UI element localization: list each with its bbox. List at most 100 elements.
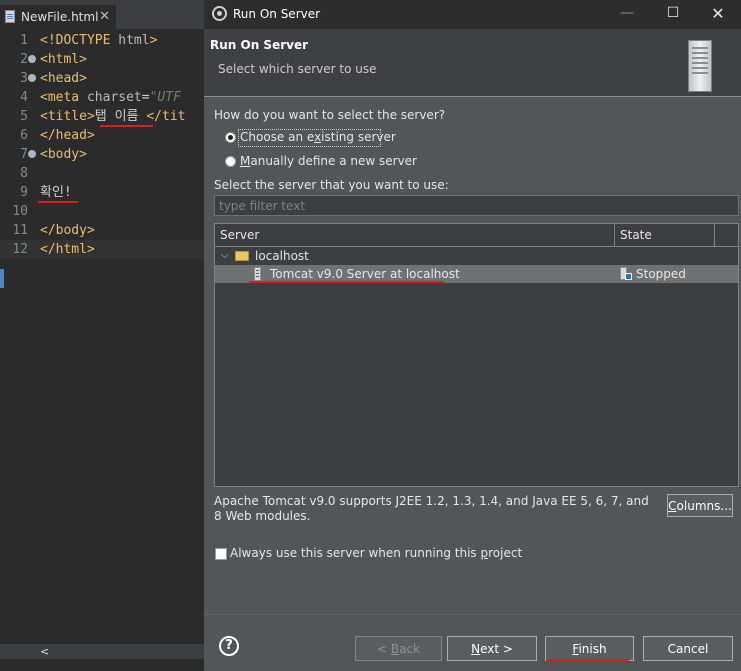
code-token: body: [55, 223, 87, 238]
code-token: <: [40, 71, 48, 86]
code-line[interactable]: 4 <meta charset="UTF: [0, 88, 204, 107]
code-token: <: [40, 147, 48, 162]
code-token: </: [40, 242, 56, 257]
minimize-button[interactable]: —: [604, 0, 650, 29]
code-token: >: [86, 242, 95, 257]
line-number: 10: [12, 204, 28, 219]
radio-manual-label[interactable]: Manually define a new server: [240, 154, 417, 168]
code-token: >: [86, 128, 95, 143]
code-token: >: [149, 33, 158, 48]
editor-tab-newfile[interactable]: NewFile.html ✕: [0, 5, 116, 29]
line-number: 7: [20, 147, 28, 162]
radio-manual-button[interactable]: [225, 156, 236, 167]
back-button[interactable]: < Back: [355, 636, 442, 661]
eclipse-app-icon: [212, 6, 227, 21]
run-on-server-dialog: Run On Server — ☐ ✕ Run On Server Select…: [204, 0, 741, 671]
code-token: title: [47, 109, 87, 124]
code-line[interactable]: 2 <html>: [0, 50, 204, 69]
code-text: <head>: [40, 69, 87, 88]
fold-toggle-icon[interactable]: [28, 150, 36, 158]
line-number: 11: [12, 223, 28, 238]
radio-existing-label[interactable]: Choose an existing server: [240, 130, 396, 144]
code-token: <: [40, 109, 48, 124]
wizard-header: Run On Server Select which server to use: [204, 29, 741, 97]
close-tab-icon[interactable]: ✕: [99, 5, 110, 29]
folder-icon: [235, 251, 249, 261]
code-line[interactable]: 6 </head>: [0, 126, 204, 145]
code-line[interactable]: 7 <body>: [0, 145, 204, 164]
dialog-titlebar[interactable]: Run On Server — ☐ ✕: [204, 0, 741, 29]
code-text: </head>: [40, 126, 95, 145]
editor-horizontal-scrollbar[interactable]: <: [0, 644, 204, 659]
code-token: head: [55, 128, 87, 143]
finish-button[interactable]: Finish: [545, 636, 634, 661]
scroll-left-arrow-icon[interactable]: <: [40, 644, 54, 659]
chevron-down-icon[interactable]: ⌵: [221, 247, 229, 265]
column-header-server[interactable]: Server: [215, 224, 615, 246]
annotation-underline-content: [38, 201, 78, 203]
code-token: DOCTYPE: [55, 33, 111, 48]
line-number: 12: [12, 242, 28, 257]
maximize-button[interactable]: ☐: [650, 0, 696, 29]
current-line-marker: [0, 269, 4, 288]
code-line[interactable]: 10: [0, 202, 204, 221]
server-icon: [254, 267, 261, 281]
code-token: </: [40, 128, 56, 143]
code-token: >: [79, 52, 87, 67]
next-button[interactable]: Next >: [447, 636, 537, 661]
line-number: 1: [20, 33, 28, 48]
group-label: localhost: [255, 249, 309, 263]
code-token: 확인!: [40, 185, 72, 200]
code-line[interactable]: 11 </body>: [0, 221, 204, 240]
line-number: 6: [20, 128, 28, 143]
cancel-button[interactable]: Cancel: [643, 636, 733, 661]
server-description: Apache Tomcat v9.0 supports J2EE 1.2, 1.…: [214, 494, 649, 523]
code-text: <meta charset="UTF: [40, 88, 181, 107]
annotation-underline-title: [100, 125, 153, 127]
code-token: >: [79, 147, 87, 162]
code-text: </html>: [40, 240, 95, 259]
fold-toggle-icon[interactable]: [28, 74, 36, 82]
code-token: <!: [40, 33, 56, 48]
editor-tab-bar: NewFile.html ✕: [0, 0, 204, 29]
code-token: >: [86, 109, 95, 124]
code-line[interactable]: 3 <head>: [0, 69, 204, 88]
server-state-cell: Stopped: [636, 267, 686, 281]
tree-group-localhost[interactable]: ⌵ localhost: [215, 247, 738, 265]
always-use-checkbox[interactable]: [215, 548, 227, 560]
close-window-button[interactable]: ✕: [695, 0, 741, 29]
server-banner-icon: [688, 40, 712, 92]
code-line[interactable]: 1 <!DOCTYPE html>: [0, 31, 204, 50]
code-token: html: [118, 33, 150, 48]
annotation-underline-finish: [546, 659, 629, 661]
window-title: Run On Server: [233, 7, 321, 21]
column-header-state[interactable]: State: [615, 224, 715, 246]
line-number: 3: [20, 71, 28, 86]
code-text: <title>탭 이름 </tit: [40, 107, 185, 126]
fold-toggle-icon[interactable]: [28, 55, 36, 63]
code-line[interactable]: 12 </html>: [0, 240, 204, 259]
code-line[interactable]: 9 확인!: [0, 183, 204, 202]
code-line[interactable]: 5 <title>탭 이름 </tit: [0, 107, 204, 126]
always-use-label[interactable]: Always use this server when running this…: [230, 546, 522, 560]
line-number: 5: [20, 109, 28, 124]
table-header: Server State: [215, 224, 738, 247]
code-token: "UTF: [149, 90, 181, 105]
code-token: charset: [86, 90, 142, 105]
wizard-title: Run On Server: [210, 38, 309, 52]
server-table[interactable]: Server State ⌵ localhost Tomcat v9.0 Ser…: [214, 223, 739, 487]
radio-existing-button[interactable]: [225, 132, 236, 143]
editor-tab-label: NewFile.html: [21, 10, 99, 24]
code-line[interactable]: 8: [0, 164, 204, 183]
code-token: meta: [47, 90, 80, 105]
line-number: 2: [20, 52, 28, 67]
line-number: 8: [20, 166, 28, 181]
server-filter-input[interactable]: [214, 195, 739, 216]
code-token: </: [146, 109, 162, 124]
line-number: 9: [20, 185, 28, 200]
help-icon[interactable]: ?: [219, 636, 239, 656]
code-token: html: [55, 242, 87, 257]
code-editor[interactable]: 1 <!DOCTYPE html> 2 <html> 3 <head> 4 <meta cha…: [0, 29, 204, 644]
columns-button[interactable]: Columns...: [667, 494, 733, 517]
